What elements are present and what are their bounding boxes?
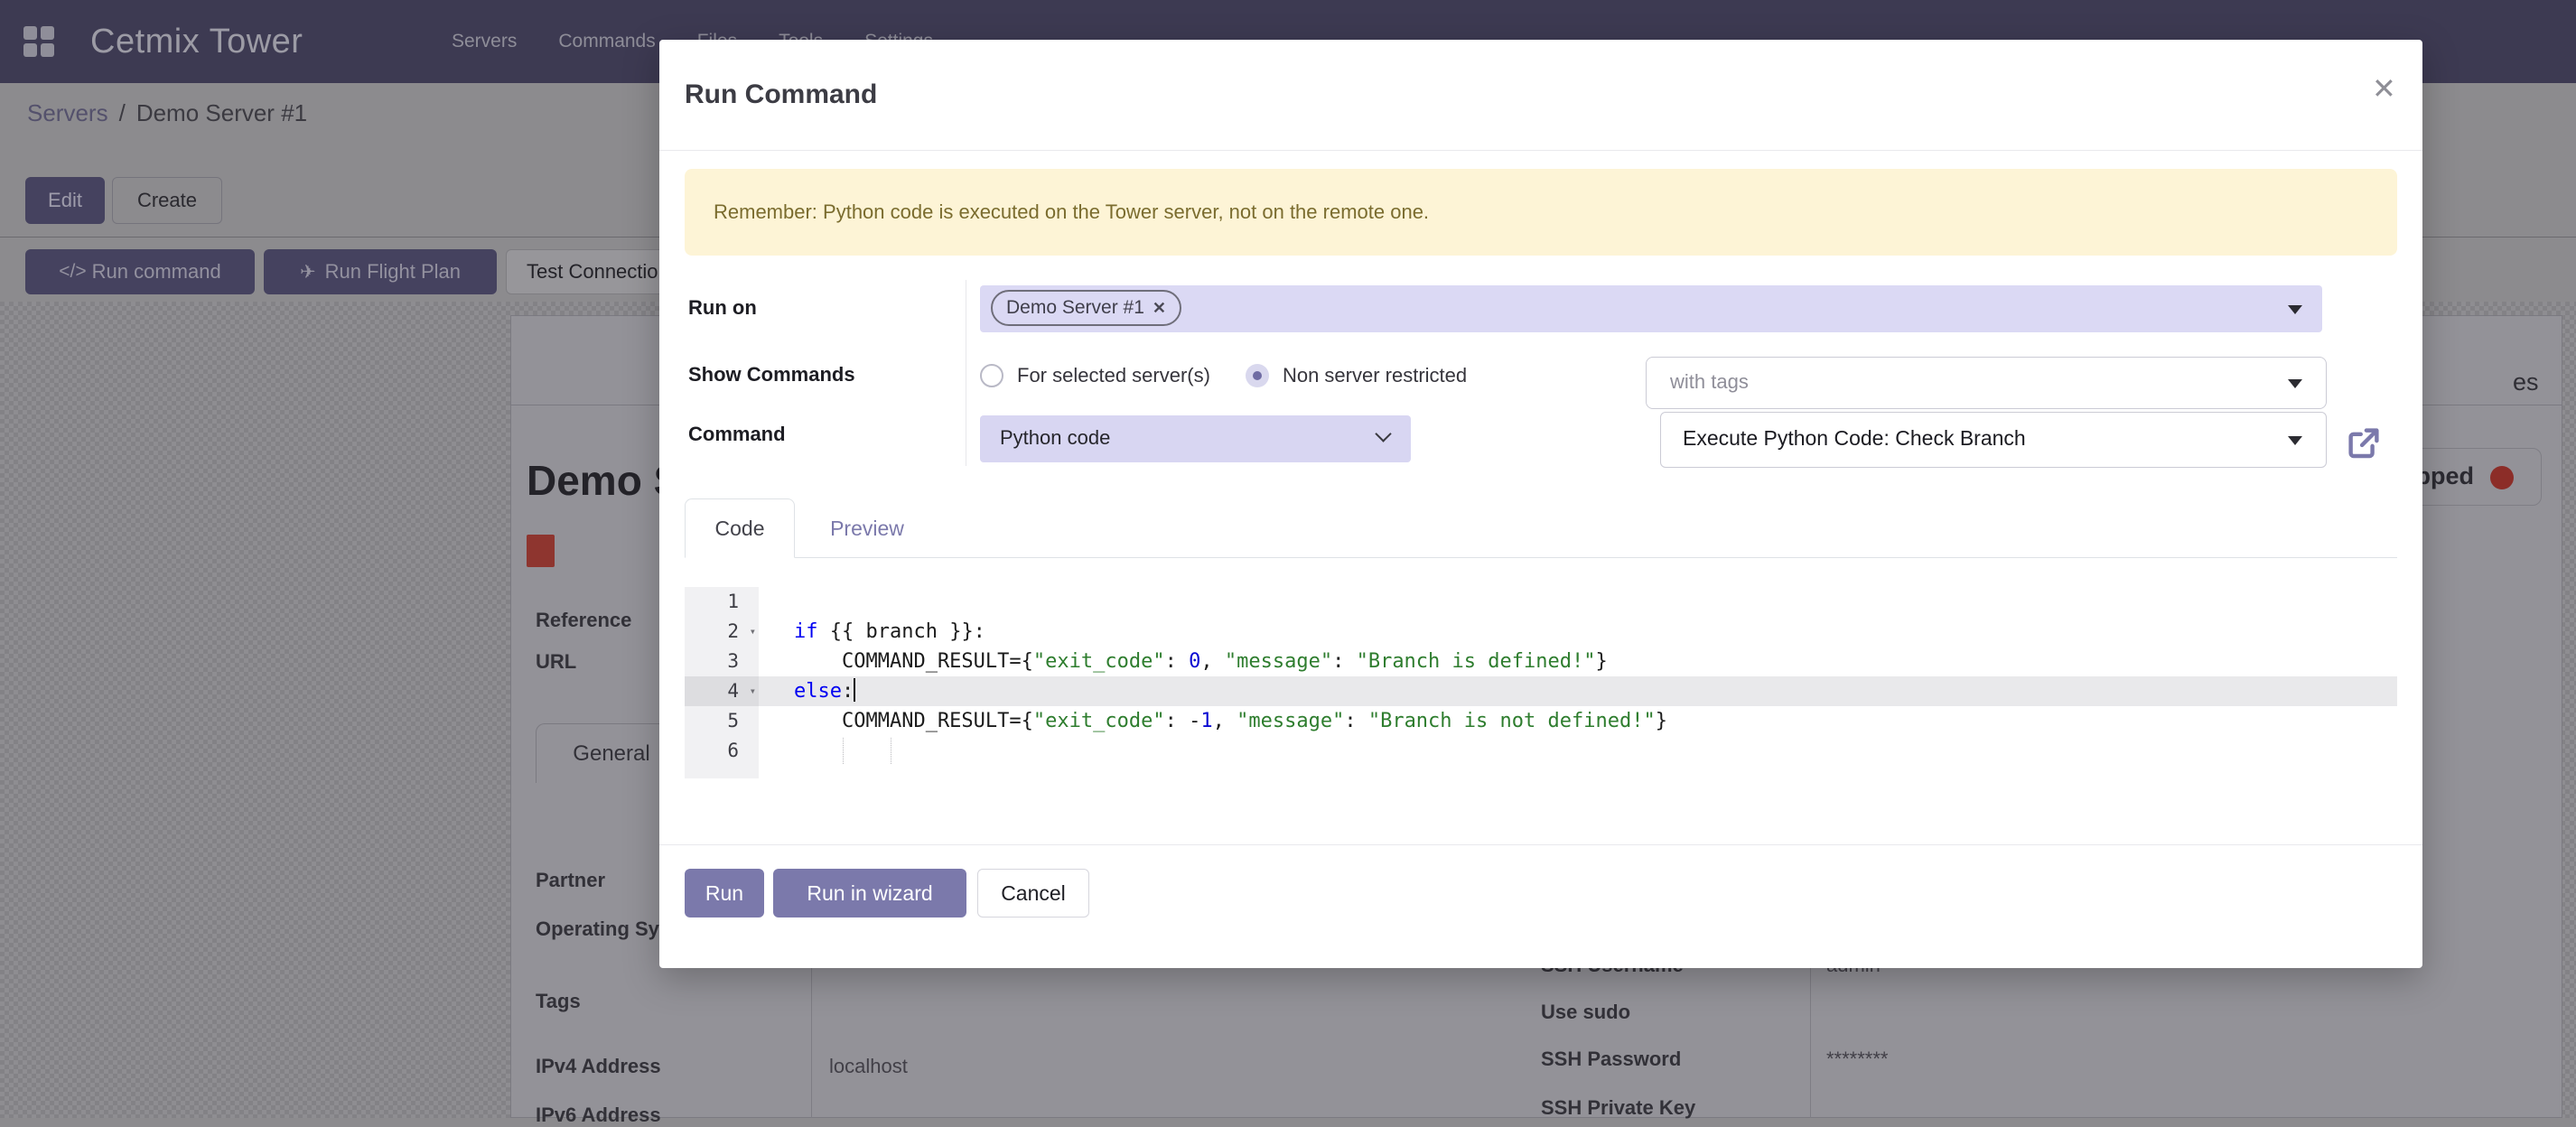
close-icon[interactable]: ✕ — [2372, 74, 2396, 103]
status-red-dot-icon — [2490, 466, 2514, 489]
run-on-label: Run on — [688, 296, 757, 320]
field-label-use-sudo: Use sudo — [1541, 1001, 1630, 1024]
warning-banner: Remember: Python code is executed on the… — [685, 169, 2397, 256]
run-in-wizard-button[interactable]: Run in wizard — [773, 869, 966, 917]
smart-button-fragment[interactable]: es — [2513, 368, 2539, 396]
code-line-3[interactable]: COMMAND_RESULT={"exit_code": 0, "message… — [759, 647, 2397, 676]
external-link-icon[interactable] — [2343, 423, 2385, 464]
field-label-url: URL — [536, 650, 576, 674]
field-label-ipv6: IPv6 Address — [536, 1104, 661, 1127]
warning-text: Remember: Python code is executed on the… — [714, 200, 1429, 224]
breadcrumb-link-servers[interactable]: Servers — [27, 99, 108, 127]
apps-menu-icon[interactable] — [23, 26, 54, 57]
nav-item-servers[interactable]: Servers — [452, 31, 517, 52]
field-value-ssh-password: ******** — [1826, 1048, 1889, 1071]
fold-caret-icon[interactable]: ▾ — [750, 617, 756, 647]
breadcrumb-current: Demo Server #1 — [136, 99, 307, 127]
command-type-select[interactable]: Python code — [980, 415, 1411, 462]
app-brand[interactable]: Cetmix Tower — [90, 0, 303, 83]
editor-code[interactable]: if {{ branch }}: COMMAND_RESULT={"exit_c… — [759, 587, 2397, 778]
field-label-ipv4: IPv4 Address — [536, 1055, 661, 1078]
show-commands-radio-group: For selected server(s) Non server restri… — [980, 361, 1489, 390]
breadcrumb: Servers / Demo Server #1 — [27, 99, 307, 127]
with-tags-select[interactable]: with tags — [1646, 357, 2327, 409]
field-label-reference: Reference — [536, 609, 631, 632]
code-line-1[interactable] — [759, 587, 2397, 617]
code-line-4[interactable]: else: — [759, 676, 2397, 706]
run-flight-plan-button[interactable]: ✈ Run Flight Plan — [264, 249, 497, 294]
gutter-line-2: 2▾ — [685, 617, 759, 647]
dropdown-caret-icon — [2288, 379, 2302, 388]
radio-non-server-restricted[interactable] — [1246, 364, 1269, 387]
field-value-ipv4: localhost — [829, 1055, 908, 1078]
editor-gutter: 12▾34▾56 — [685, 587, 759, 778]
radio-label-for-selected-servers[interactable]: For selected server(s) — [1017, 364, 1210, 387]
code-line-5[interactable]: COMMAND_RESULT={"exit_code": -1, "messag… — [759, 706, 2397, 736]
command-label: Command — [688, 423, 786, 446]
gutter-line-5: 5 — [685, 706, 759, 736]
nav-item-commands[interactable]: Commands — [558, 31, 655, 52]
field-label-partner: Partner — [536, 869, 605, 892]
modal-footer-divider — [659, 844, 2422, 845]
create-button[interactable]: Create — [112, 177, 222, 224]
dropdown-caret-icon — [2288, 305, 2302, 314]
run-on-multiselect[interactable]: Demo Server #1 ✕ — [980, 285, 2322, 332]
field-label-ssh-password: SSH Password — [1541, 1048, 1681, 1071]
tag-remove-icon[interactable]: ✕ — [1153, 299, 1166, 318]
dropdown-caret-icon — [2288, 436, 2302, 445]
gutter-line-4: 4▾ — [685, 676, 759, 706]
radio-for-selected-servers[interactable] — [980, 364, 1003, 387]
plane-icon: ✈ — [300, 261, 316, 284]
screen: Cetmix Tower ServersCommandsFilesToolsSe… — [0, 0, 2576, 1118]
tab-code[interactable]: Code — [685, 498, 795, 558]
indent-guide — [843, 738, 844, 764]
run-command-modal: Run Command ✕ Remember: Python code is e… — [659, 40, 2422, 968]
run-button[interactable]: Run — [685, 869, 764, 917]
server-tag[interactable]: Demo Server #1 ✕ — [991, 290, 1181, 326]
with-tags-placeholder: with tags — [1670, 370, 1749, 394]
run-command-button[interactable]: </> Run command — [25, 249, 255, 294]
gutter-line-6: 6 — [685, 736, 759, 766]
edit-button[interactable]: Edit — [25, 177, 105, 224]
gutter-line-1: 1 — [685, 587, 759, 617]
field-label-tags: Tags — [536, 990, 581, 1013]
breadcrumb-separator: / — [119, 99, 126, 127]
modal-title: Run Command — [685, 79, 877, 110]
text-cursor — [854, 678, 855, 702]
modal-header — [659, 40, 2422, 151]
show-commands-label: Show Commands — [688, 363, 855, 387]
server-avatar — [527, 535, 555, 567]
code-editor[interactable]: 12▾34▾56 if {{ branch }}: COMMAND_RESULT… — [685, 587, 2397, 778]
code-line-6[interactable] — [759, 736, 2397, 766]
gutter-line-3: 3 — [685, 647, 759, 676]
code-icon: </> — [59, 261, 86, 283]
chevron-down-icon — [1375, 425, 1391, 442]
cancel-button[interactable]: Cancel — [977, 869, 1089, 917]
radio-label-non-server-restricted[interactable]: Non server restricted — [1283, 364, 1467, 387]
editor-tab-strip: Code Preview — [685, 498, 2397, 558]
code-line-2[interactable]: if {{ branch }}: — [759, 617, 2397, 647]
command-select[interactable]: Execute Python Code: Check Branch — [1660, 412, 2327, 468]
tab-preview[interactable]: Preview — [795, 498, 939, 558]
fold-caret-icon[interactable]: ▾ — [750, 676, 756, 706]
field-label-ssh-private-key: SSH Private Key — [1541, 1096, 1695, 1120]
